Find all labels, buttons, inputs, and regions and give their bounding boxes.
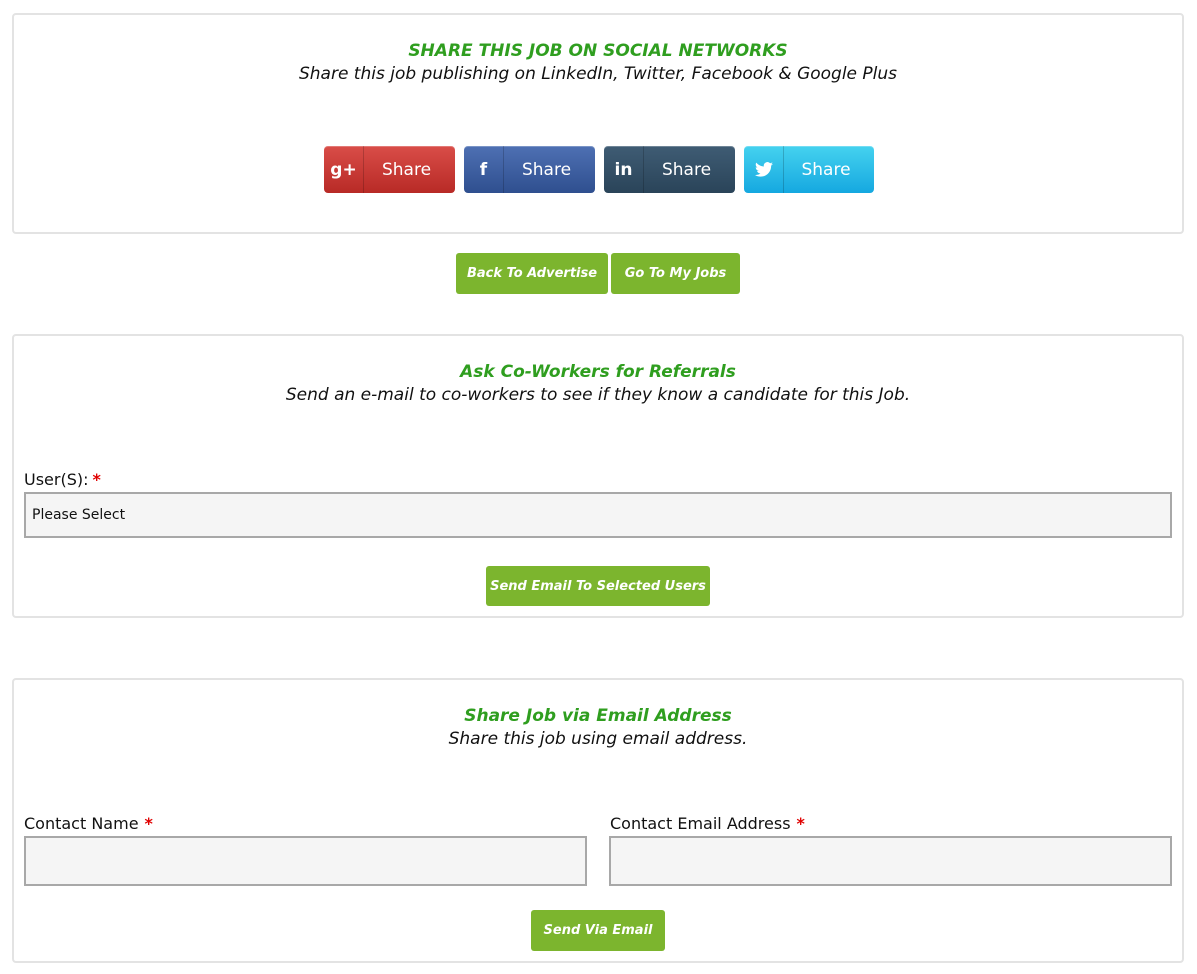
go-to-my-jobs-button[interactable]: Go To My Jobs [611, 253, 740, 294]
required-marker: * [144, 814, 153, 833]
contact-email-input[interactable] [609, 836, 1172, 886]
google-plus-share-label: Share [381, 159, 432, 180]
facebook-icon: f [464, 146, 504, 193]
required-marker: * [796, 814, 805, 833]
contact-name-label: Contact Name * [24, 814, 153, 833]
referrals-title: Ask Co-Workers for Referrals [460, 362, 736, 382]
referrals-panel: Ask Co-Workers for Referrals Send an e-m… [12, 334, 1184, 618]
social-share-title: SHARE THIS JOB ON SOCIAL NETWORKS [408, 41, 788, 61]
email-share-title: Share Job via Email Address [464, 706, 732, 726]
email-share-subtitle: Share this job using email address. [448, 729, 748, 749]
contact-email-label: Contact Email Address * [610, 814, 805, 833]
twitter-share-label: Share [801, 159, 851, 180]
required-marker: * [92, 470, 101, 489]
send-via-email-button[interactable]: Send Via Email [531, 910, 665, 951]
facebook-share-label: Share [521, 159, 572, 180]
contact-name-label-text: Contact Name [24, 814, 139, 833]
twitter-share-button[interactable]: Share [744, 146, 874, 193]
linkedin-icon: in [604, 146, 644, 193]
users-label-text: User(S): [24, 470, 89, 489]
send-email-selected-users-button[interactable]: Send Email To Selected Users [486, 566, 710, 606]
linkedin-share-label: Share [661, 159, 712, 180]
facebook-share-button[interactable]: f Share [464, 146, 595, 193]
referrals-subtitle: Send an e-mail to co-workers to see if t… [285, 385, 911, 405]
users-select-value: Please Select [32, 507, 126, 523]
email-share-panel: Share Job via Email Address Share this j… [12, 678, 1184, 963]
google-plus-icon: g+ [324, 146, 364, 193]
twitter-icon [744, 146, 784, 193]
linkedin-share-button[interactable]: in Share [604, 146, 735, 193]
social-share-panel: SHARE THIS JOB ON SOCIAL NETWORKS Share … [12, 13, 1184, 234]
contact-name-input[interactable] [24, 836, 587, 886]
users-label: User(S): * [24, 470, 101, 489]
google-plus-share-button[interactable]: g+ Share [324, 146, 455, 193]
back-to-advertise-button[interactable]: Back To Advertise [456, 253, 608, 294]
users-select[interactable]: Please Select [24, 492, 1172, 538]
contact-email-label-text: Contact Email Address [610, 814, 791, 833]
social-share-subtitle: Share this job publishing on LinkedIn, T… [298, 64, 898, 84]
